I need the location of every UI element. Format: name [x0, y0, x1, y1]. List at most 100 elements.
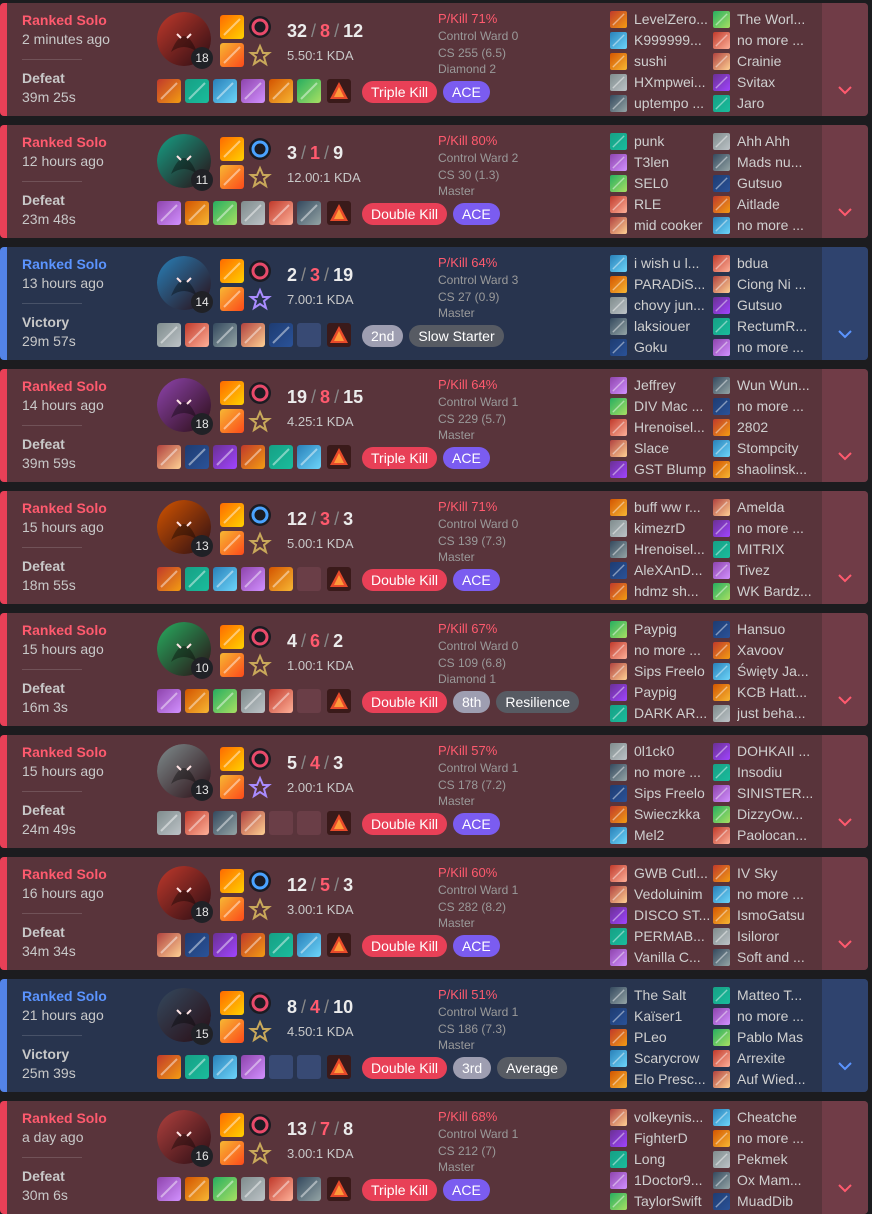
- player-name[interactable]: Mel2: [634, 825, 710, 846]
- secondary-rune-icon[interactable]: [248, 43, 272, 67]
- secondary-rune-icon[interactable]: [248, 531, 272, 555]
- summoner-spell-icon[interactable]: [220, 503, 244, 527]
- player-row[interactable]: SINISTER...: [713, 783, 813, 804]
- player-name[interactable]: Paypig: [634, 619, 710, 640]
- player-row[interactable]: Crainie: [713, 51, 813, 72]
- player-row[interactable]: Mads nu...: [713, 152, 813, 173]
- player-name[interactable]: Sips Freelo: [634, 661, 710, 682]
- secondary-rune-icon[interactable]: [248, 775, 272, 799]
- secondary-rune-icon[interactable]: [248, 287, 272, 311]
- player-row[interactable]: Long: [610, 1149, 710, 1170]
- item-icon[interactable]: [269, 201, 293, 225]
- player-row[interactable]: shaolinsk...: [713, 459, 813, 480]
- player-name[interactable]: WK Bardz...: [737, 581, 813, 602]
- player-row[interactable]: The Salt: [610, 985, 710, 1006]
- player-name[interactable]: RectumR...: [737, 316, 813, 337]
- player-row[interactable]: MuadDib: [713, 1191, 813, 1212]
- player-row[interactable]: 1Doctor9...: [610, 1170, 710, 1191]
- player-row[interactable]: SEL0: [610, 173, 710, 194]
- match-card[interactable]: Ranked Solo 12 hours ago Defeat 23m 48s 11 3/…: [0, 125, 868, 238]
- item-icon[interactable]: [185, 1055, 209, 1079]
- summoner-spell-icon[interactable]: [220, 43, 244, 67]
- item-icon[interactable]: [213, 811, 237, 835]
- summoner-spell-icon[interactable]: [220, 1113, 244, 1137]
- player-row[interactable]: Vanilla C...: [610, 947, 710, 968]
- player-name[interactable]: DizzyOw...: [737, 804, 813, 825]
- player-name[interactable]: Arrexite: [737, 1048, 813, 1069]
- player-name[interactable]: AleXAnD...: [634, 560, 710, 581]
- player-name[interactable]: Vedoluinim: [634, 884, 710, 905]
- summoner-spell-icon[interactable]: [220, 625, 244, 649]
- player-name[interactable]: Aitlade: [737, 194, 813, 215]
- player-row[interactable]: chovy jun...: [610, 295, 710, 316]
- keystone-rune-icon[interactable]: [248, 15, 272, 39]
- item-icon[interactable]: [297, 1177, 321, 1201]
- player-row[interactable]: RectumR...: [713, 316, 813, 337]
- player-row[interactable]: uptempo ...: [610, 93, 710, 114]
- match-card[interactable]: Ranked Solo 21 hours ago Victory 25m 39s 15 8…: [0, 979, 868, 1092]
- expand-details-button[interactable]: [822, 247, 868, 360]
- player-name[interactable]: no more ...: [634, 762, 710, 783]
- item-icon[interactable]: [213, 323, 237, 347]
- player-row[interactable]: volkeynis...: [610, 1107, 710, 1128]
- item-icon[interactable]: [241, 933, 265, 957]
- item-icon[interactable]: [269, 567, 293, 591]
- player-name[interactable]: Sips Freelo: [634, 783, 710, 804]
- player-row[interactable]: no more ...: [610, 640, 710, 661]
- item-icon[interactable]: [297, 79, 321, 103]
- player-name[interactable]: PLeo: [634, 1027, 710, 1048]
- player-name[interactable]: PERMAB...: [634, 926, 710, 947]
- player-row[interactable]: Stompcity: [713, 438, 813, 459]
- player-row[interactable]: sushi: [610, 51, 710, 72]
- item-icon[interactable]: [241, 811, 265, 835]
- player-name[interactable]: 2802: [737, 417, 813, 438]
- summoner-spell-icon[interactable]: [220, 747, 244, 771]
- player-row[interactable]: AleXAnD...: [610, 560, 710, 581]
- player-name[interactable]: Hansuo: [737, 619, 813, 640]
- item-icon[interactable]: [297, 933, 321, 957]
- player-name[interactable]: Ahh Ahh: [737, 131, 813, 152]
- player-row[interactable]: Hansuo: [713, 619, 813, 640]
- player-name[interactable]: DARK AR...: [634, 703, 710, 724]
- player-row[interactable]: Aitlade: [713, 194, 813, 215]
- item-icon[interactable]: [241, 323, 265, 347]
- ward-trinket-icon[interactable]: [327, 1177, 351, 1201]
- player-row[interactable]: Svitax: [713, 72, 813, 93]
- player-name[interactable]: no more ...: [737, 396, 813, 417]
- player-name[interactable]: punk: [634, 131, 710, 152]
- player-row[interactable]: no more ...: [713, 337, 813, 358]
- player-name[interactable]: TaylorSwift: [634, 1191, 710, 1212]
- item-icon[interactable]: [213, 1055, 237, 1079]
- ward-trinket-icon[interactable]: [327, 689, 351, 713]
- player-name[interactable]: bdua: [737, 253, 813, 274]
- player-row[interactable]: IsmoGatsu: [713, 905, 813, 926]
- item-icon[interactable]: [157, 323, 181, 347]
- player-name[interactable]: buff ww r...: [634, 497, 710, 518]
- player-row[interactable]: Cheatche: [713, 1107, 813, 1128]
- player-name[interactable]: IV Sky: [737, 863, 813, 884]
- player-name[interactable]: Long: [634, 1149, 710, 1170]
- player-row[interactable]: mid cooker: [610, 215, 710, 236]
- player-row[interactable]: PARADiS...: [610, 274, 710, 295]
- expand-details-button[interactable]: [822, 735, 868, 848]
- player-row[interactable]: DIV Mac ...: [610, 396, 710, 417]
- ward-trinket-icon[interactable]: [327, 445, 351, 469]
- player-row[interactable]: Mel2: [610, 825, 710, 846]
- item-icon[interactable]: [241, 445, 265, 469]
- player-row[interactable]: Pablo Mas: [713, 1027, 813, 1048]
- player-name[interactable]: Paypig: [634, 682, 710, 703]
- item-icon[interactable]: [157, 445, 181, 469]
- expand-details-button[interactable]: [822, 1101, 868, 1214]
- player-name[interactable]: PARADiS...: [634, 274, 710, 295]
- secondary-rune-icon[interactable]: [248, 165, 272, 189]
- player-name[interactable]: Stompcity: [737, 438, 813, 459]
- player-name[interactable]: Crainie: [737, 51, 813, 72]
- player-name[interactable]: Xavoov: [737, 640, 813, 661]
- item-icon[interactable]: [269, 689, 293, 713]
- keystone-rune-icon[interactable]: [248, 747, 272, 771]
- player-row[interactable]: no more ...: [713, 1128, 813, 1149]
- summoner-spell-icon[interactable]: [220, 259, 244, 283]
- player-row[interactable]: laksiouer: [610, 316, 710, 337]
- player-name[interactable]: Mads nu...: [737, 152, 813, 173]
- player-name[interactable]: Ox Mam...: [737, 1170, 813, 1191]
